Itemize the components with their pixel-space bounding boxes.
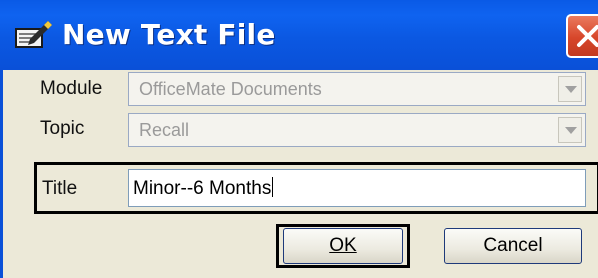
- chevron-down-icon: [565, 127, 577, 134]
- module-value: OfficeMate Documents: [139, 79, 322, 99]
- title-input-value: Minor--6 Months: [133, 178, 272, 199]
- module-dropdown-button[interactable]: [558, 76, 582, 102]
- module-label: Module: [40, 78, 103, 99]
- new-text-file-dialog: New Text File Module OfficeMate Document…: [0, 0, 598, 278]
- title-bar[interactable]: New Text File: [0, 0, 598, 70]
- cancel-button[interactable]: Cancel: [444, 228, 582, 264]
- ok-button-label: OK: [329, 235, 357, 256]
- topic-value: Recall: [139, 120, 190, 140]
- title-label: Title: [42, 178, 78, 199]
- module-dropdown[interactable]: OfficeMate Documents: [128, 72, 586, 106]
- ok-button[interactable]: OK: [283, 228, 403, 264]
- chevron-down-icon: [565, 86, 577, 93]
- cancel-button-label: Cancel: [483, 235, 543, 256]
- title-input[interactable]: Minor--6 Months: [128, 169, 586, 207]
- topic-label: Topic: [40, 118, 85, 139]
- notepad-pencil-icon: [14, 17, 54, 51]
- close-button[interactable]: [566, 14, 598, 58]
- window-title: New Text File: [62, 18, 276, 51]
- topic-dropdown[interactable]: Recall: [128, 113, 586, 147]
- close-icon: [577, 25, 598, 47]
- topic-dropdown-button[interactable]: [558, 117, 582, 143]
- text-caret: [272, 177, 274, 197]
